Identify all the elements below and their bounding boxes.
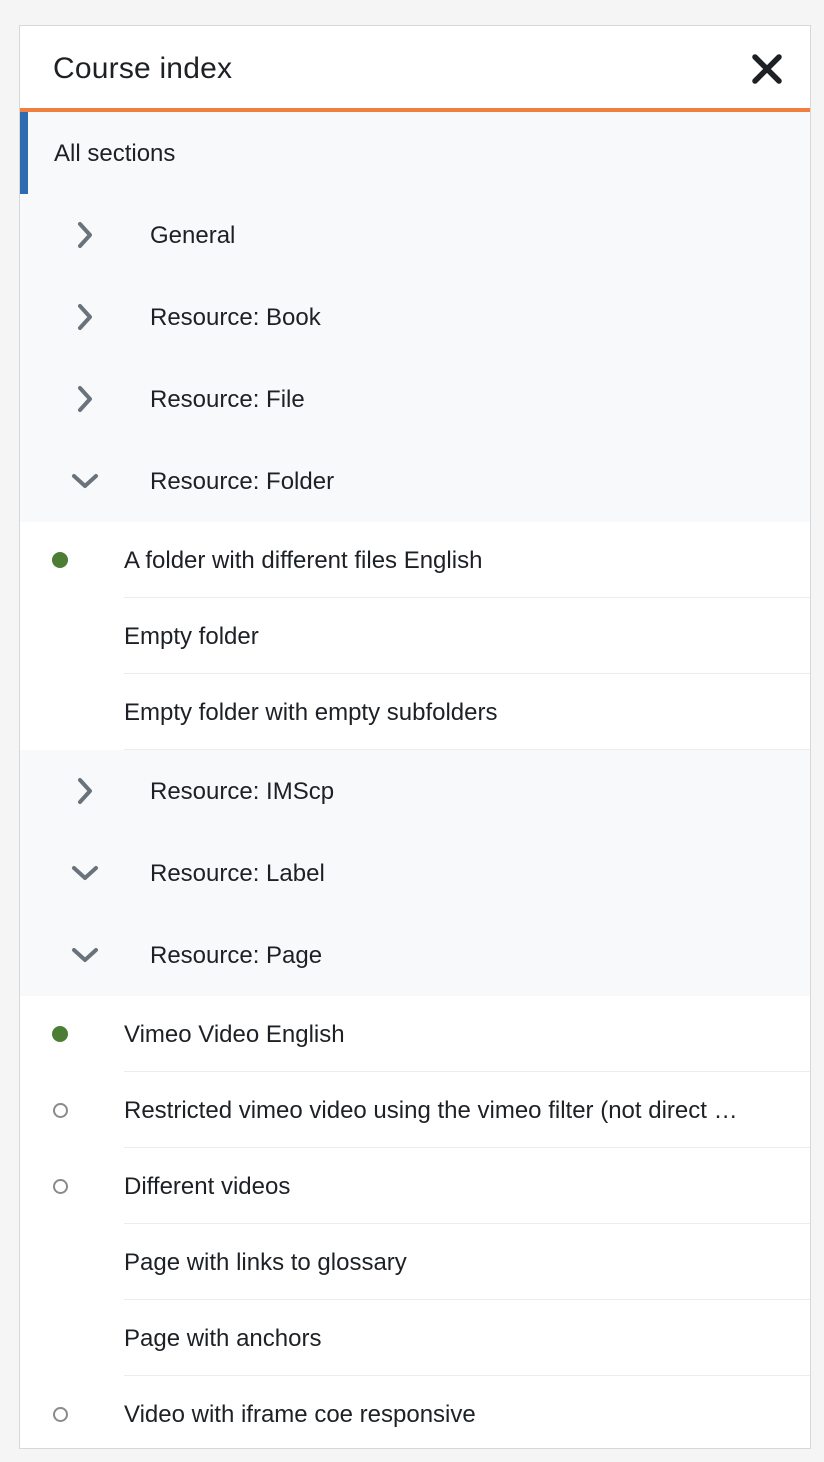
section-label: Resource: Page: [150, 942, 323, 969]
drawer-title: Course index: [53, 52, 233, 85]
activity-label: Restricted vimeo video using the vimeo f…: [124, 1097, 738, 1124]
section-label: General: [150, 222, 236, 249]
course-index-list: General Resource: Book Resource: File Resou…: [20, 194, 810, 1448]
activity-label: Page with links to glossary: [124, 1249, 407, 1276]
activity-label: Vimeo Video English: [124, 1021, 345, 1048]
chevron-right-icon[interactable]: [70, 776, 100, 806]
section-label: Resource: Label: [150, 860, 325, 887]
chevron-down-icon[interactable]: [70, 940, 100, 970]
completion-incomplete-icon: [53, 1407, 68, 1422]
section-item[interactable]: Resource: IMScp: [20, 750, 810, 832]
activity-label: Empty folder with empty subfolders: [124, 699, 498, 726]
activity-item[interactable]: Empty folder: [20, 598, 810, 674]
activity-item[interactable]: Different videos: [20, 1148, 810, 1224]
drawer-header: Course index: [20, 26, 810, 112]
chevron-right-icon[interactable]: [70, 220, 100, 250]
completion-complete-icon: [52, 552, 68, 568]
chevron-down-icon[interactable]: [70, 858, 100, 888]
section-label: Resource: Folder: [150, 468, 335, 495]
completion-incomplete-icon: [53, 1103, 68, 1118]
all-sections-label: All sections: [54, 140, 176, 167]
section-item[interactable]: Resource: Book: [20, 276, 810, 358]
activity-label: Page with anchors: [124, 1325, 322, 1352]
activity-item[interactable]: A folder with different files English: [20, 522, 810, 598]
activity-item[interactable]: Page with anchors: [20, 1300, 810, 1376]
section-item[interactable]: General: [20, 194, 810, 276]
activity-label: Video with iframe coe responsive: [124, 1401, 476, 1428]
activity-item[interactable]: Video with iframe coe responsive: [20, 1376, 810, 1448]
section-item[interactable]: Resource: File: [20, 358, 810, 440]
section-label: Resource: Book: [150, 304, 321, 331]
activity-label: A folder with different files English: [124, 547, 483, 574]
section-item[interactable]: Resource: Folder: [20, 440, 810, 522]
all-sections-item[interactable]: All sections: [20, 112, 810, 194]
activity-item[interactable]: Vimeo Video English: [20, 996, 810, 1072]
completion-incomplete-icon: [53, 1179, 68, 1194]
activity-item[interactable]: Empty folder with empty subfolders: [20, 674, 810, 750]
chevron-right-icon[interactable]: [70, 384, 100, 414]
chevron-right-icon[interactable]: [70, 302, 100, 332]
section-label: Resource: File: [150, 386, 305, 413]
completion-complete-icon: [52, 1026, 68, 1042]
course-index-drawer: Course index All sections General Resourc…: [19, 25, 811, 1449]
activity-label: Different videos: [124, 1173, 291, 1200]
section-item[interactable]: Resource: Label: [20, 832, 810, 914]
activity-label: Empty folder: [124, 623, 259, 650]
section-item[interactable]: Resource: Page: [20, 914, 810, 996]
activity-item[interactable]: Restricted vimeo video using the vimeo f…: [20, 1072, 810, 1148]
close-button[interactable]: [750, 52, 784, 86]
close-icon: [752, 54, 782, 84]
chevron-down-icon[interactable]: [70, 466, 100, 496]
section-label: Resource: IMScp: [150, 778, 335, 805]
activity-item[interactable]: Page with links to glossary: [20, 1224, 810, 1300]
